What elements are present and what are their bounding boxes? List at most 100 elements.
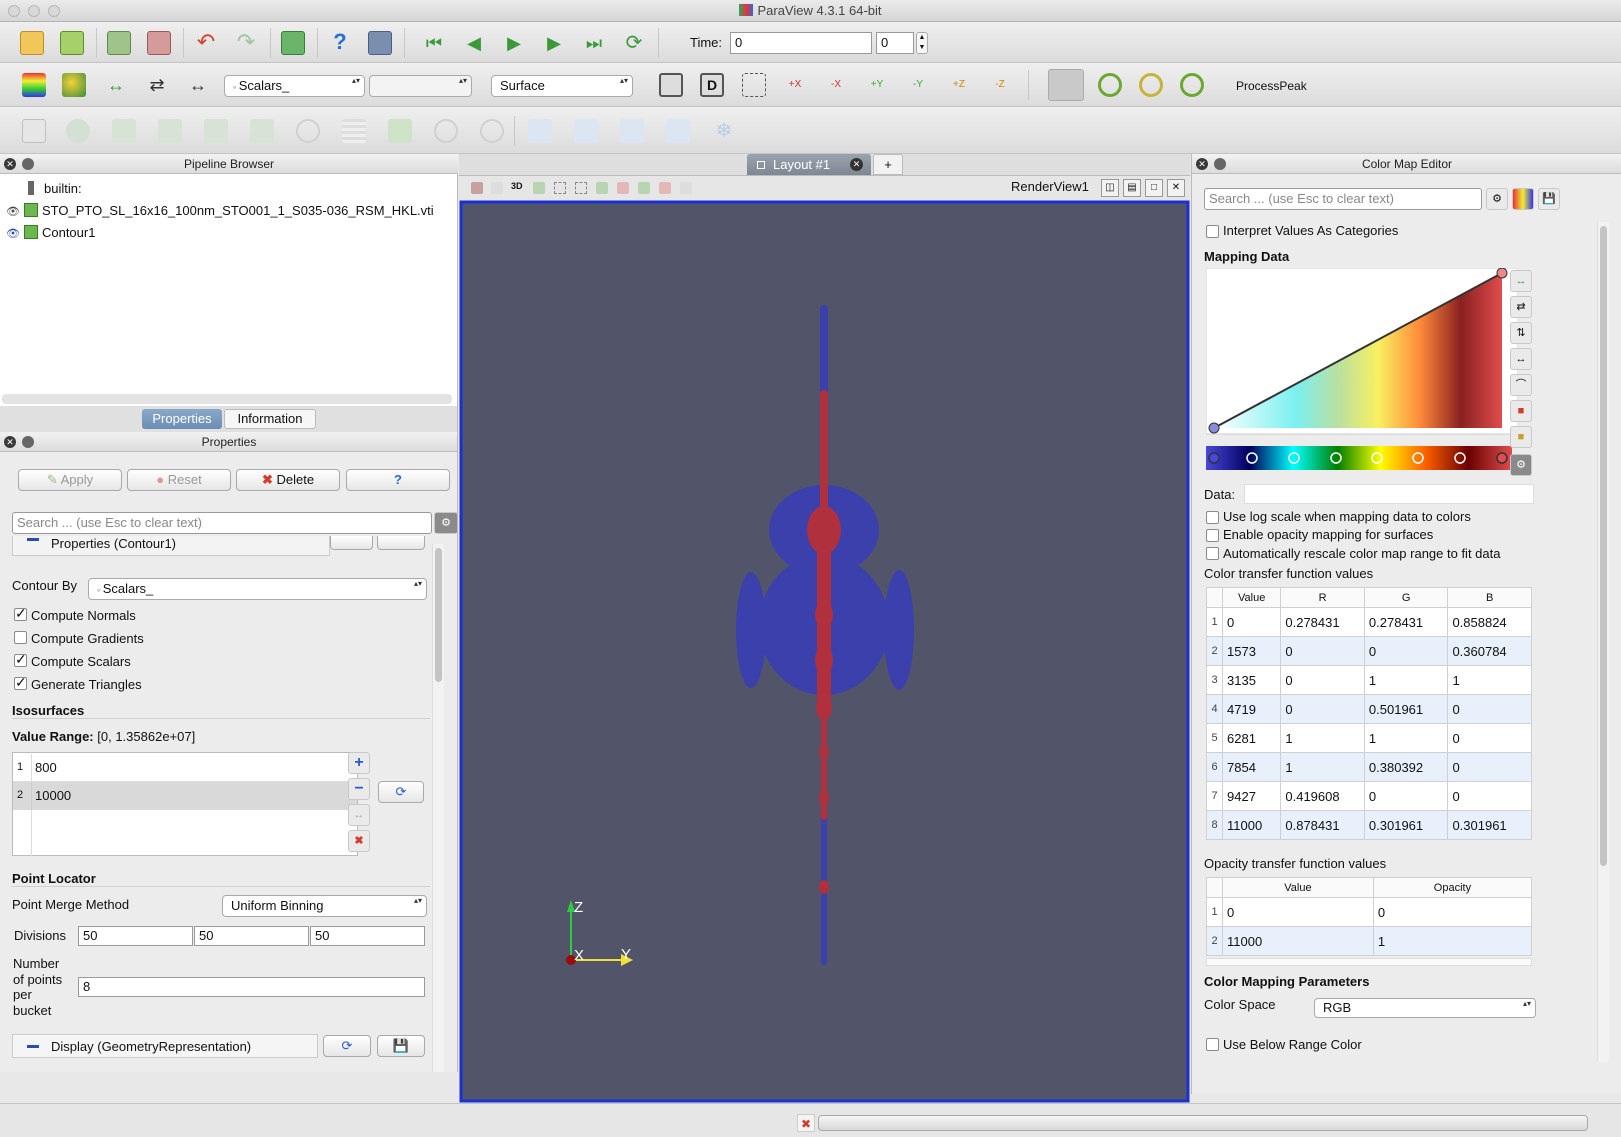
reset-button[interactable]: ● Reset — [127, 469, 231, 491]
save-preset-icon[interactable]: 💾 — [1538, 188, 1560, 210]
maximize-view-icon[interactable]: □ — [1145, 179, 1163, 197]
table-row[interactable]: 8 11000 0.878431 0.301961 0.301961 — [1206, 810, 1532, 840]
table-cell[interactable]: 0.419608 — [1280, 781, 1365, 811]
properties-section-header[interactable]: Properties (Contour1) — [12, 536, 330, 556]
table-cell[interactable]: 0.858824 — [1447, 607, 1532, 637]
table-row[interactable]: 3 3135 0 1 1 — [1206, 665, 1532, 695]
view-minus-z-icon[interactable]: -Z — [988, 73, 1012, 97]
render-view-canvas[interactable]: Z X Y — [459, 200, 1190, 1103]
next-frame-icon[interactable]: ▶ — [542, 31, 566, 55]
calculator-icon[interactable] — [22, 119, 46, 143]
slice-icon[interactable] — [158, 119, 182, 143]
last-frame-icon[interactable]: ⏭ — [582, 31, 606, 55]
log-scale-checkbox[interactable] — [1206, 511, 1219, 524]
edit-color-map-icon[interactable] — [62, 73, 86, 97]
view-minus-x-icon[interactable]: -X — [824, 73, 848, 97]
scalars-combo[interactable]: ◦ Scalars_ — [224, 75, 365, 97]
table-cell[interactable]: 1 — [1447, 665, 1532, 695]
compute-normals-checkbox[interactable] — [14, 605, 27, 622]
table-cell[interactable]: 0 — [1222, 897, 1374, 927]
time-step-input[interactable]: 0 — [876, 32, 914, 54]
colormap-scrollbar[interactable] — [1597, 222, 1609, 1062]
extract-subset-icon[interactable] — [250, 119, 274, 143]
color-space-combo[interactable]: RGB — [1314, 998, 1536, 1018]
table-row[interactable]: 6 7854 1 0.380392 0 — [1206, 752, 1532, 782]
divisions-x-input[interactable]: 50 — [78, 926, 193, 946]
opacity-point[interactable] — [1208, 422, 1220, 434]
table-cell[interactable]: 1573 — [1221, 636, 1282, 666]
color-legend-icon[interactable] — [22, 73, 46, 97]
load-state-icon[interactable] — [60, 31, 84, 55]
table-cell[interactable]: 4719 — [1221, 694, 1282, 724]
view-plus-y-icon[interactable]: +Y — [865, 73, 889, 97]
reload-section-icon[interactable] — [330, 536, 373, 550]
table-cell[interactable]: 0.278431 — [1280, 607, 1365, 637]
minimize-window-button[interactable] — [28, 5, 40, 17]
table-cell[interactable]: 0.301961 — [1447, 810, 1532, 840]
colormap-search-input[interactable]: Search ... (use Esc to clear text) — [1204, 188, 1482, 210]
advanced-gear-icon[interactable]: ⚙ — [434, 512, 457, 534]
table-cell[interactable]: 1 — [1363, 665, 1449, 695]
delete-button[interactable]: ✖ Delete — [236, 469, 340, 491]
tab-layout-1[interactable]: Layout #1 ✕ — [747, 154, 871, 175]
extract-selection-icon[interactable] — [528, 119, 552, 143]
data-value-input[interactable] — [1244, 484, 1534, 504]
rescale-over-time-icon[interactable]: ⇅ — [1510, 322, 1532, 344]
collapse-icon[interactable] — [27, 538, 39, 541]
float-panel-icon[interactable] — [1214, 158, 1226, 170]
time-step-spinner[interactable]: ▲ ▼ — [916, 32, 928, 54]
interactive-select-icon[interactable] — [617, 182, 629, 194]
reload-display-icon[interactable]: ⟳ — [323, 1035, 371, 1057]
loop-icon[interactable]: ⟳ — [622, 31, 646, 55]
column-header[interactable]: Value — [1221, 587, 1282, 608]
eye-visible-icon[interactable]: 👁 — [6, 228, 20, 240]
rescale-visible-range-icon[interactable]: ↔ — [186, 73, 210, 97]
opacity-mapping-checkbox[interactable] — [1206, 529, 1219, 542]
zoom-window-button[interactable] — [48, 5, 60, 17]
table-row[interactable]: 1 0 0.278431 0.278431 0.858824 — [1206, 607, 1532, 637]
table-cell[interactable]: 0 — [1221, 607, 1282, 637]
view-plus-z-icon[interactable]: +Z — [947, 73, 971, 97]
properties-scrollbar[interactable] — [432, 544, 444, 1072]
representation-combo[interactable]: Surface — [491, 75, 633, 97]
auto-rescale-checkbox[interactable] — [1206, 547, 1219, 560]
table-cell[interactable]: 0 — [1280, 665, 1365, 695]
time-value-input[interactable]: 0 — [730, 32, 872, 54]
table-cell[interactable]: 0 — [1447, 781, 1532, 811]
points-per-bucket-input[interactable]: 8 — [78, 977, 425, 997]
merge-method-combo[interactable]: Uniform Binning — [222, 895, 427, 917]
table-row[interactable]: 7 9427 0.419608 0 0 — [1206, 781, 1532, 811]
column-header[interactable]: Value — [1222, 877, 1374, 898]
help-icon[interactable]: ? — [328, 31, 352, 55]
remove-value-icon[interactable]: − — [348, 778, 370, 800]
clear-selection-icon[interactable] — [680, 182, 692, 194]
tab-information[interactable]: Information — [224, 409, 316, 429]
table-cell[interactable]: 0 — [1280, 636, 1365, 666]
capture-icon[interactable] — [471, 182, 483, 194]
toggle-3d-button[interactable]: 3D — [511, 181, 523, 191]
table-row[interactable]: 5 6281 1 1 0 — [1206, 723, 1532, 753]
choose-preset-icon[interactable] — [1512, 188, 1534, 210]
find-data-icon[interactable] — [368, 31, 392, 55]
table-cell[interactable]: 0.278431 — [1363, 607, 1449, 637]
interrupt-icon[interactable]: ✖ — [797, 1114, 815, 1132]
float-panel-icon[interactable] — [22, 436, 34, 448]
table-cell[interactable]: 0.878431 — [1280, 810, 1365, 840]
generate-triangles-checkbox[interactable] — [14, 674, 27, 691]
table-row[interactable]: 2 10000 — [13, 782, 357, 810]
close-panel-icon[interactable]: ✕ — [4, 436, 16, 448]
collapse-icon[interactable] — [27, 1045, 39, 1048]
advanced-gear-icon[interactable]: ⚙ — [1486, 188, 1508, 210]
play-icon[interactable]: ▶ — [502, 31, 526, 55]
opacity-point[interactable] — [1496, 268, 1508, 279]
table-cell[interactable]: 1 — [1372, 926, 1533, 956]
table-cell[interactable]: 7854 — [1221, 752, 1282, 782]
pipeline-item-builtin[interactable]: builtin: — [28, 178, 82, 199]
interpret-categories-checkbox[interactable] — [1206, 225, 1219, 238]
table-cell[interactable]: 0.301961 — [1363, 810, 1449, 840]
open-file-icon[interactable] — [20, 31, 44, 55]
table-cell[interactable]: 1 — [1280, 752, 1365, 782]
table-cell[interactable]: 1 — [1280, 723, 1365, 753]
split-vertical-icon[interactable]: ▤ — [1123, 179, 1141, 197]
rescale-custom-range-icon[interactable]: ⇄ — [145, 73, 169, 97]
